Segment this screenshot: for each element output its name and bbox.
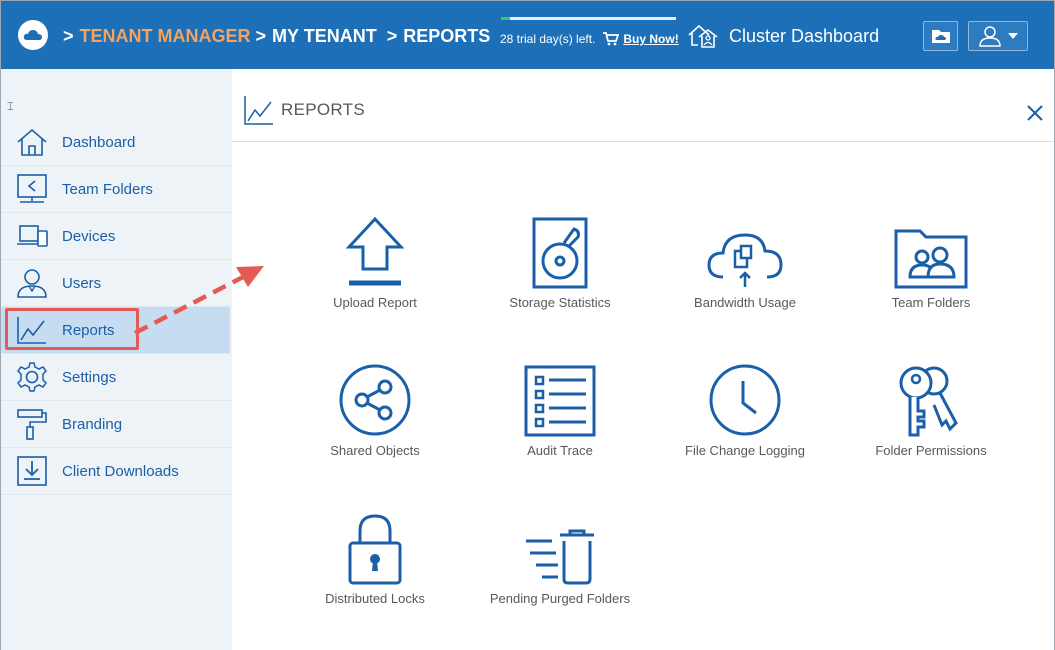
sidebar-item-branding[interactable]: Branding bbox=[1, 401, 232, 448]
cluster-dashboard-label: Cluster Dashboard bbox=[729, 25, 880, 46]
sidebar-item-client-downloads[interactable]: Client Downloads bbox=[1, 448, 232, 495]
houses-icon bbox=[688, 24, 718, 48]
breadcrumb-tenant-manager[interactable]: TENANT MANAGER bbox=[80, 26, 251, 46]
home-icon bbox=[17, 128, 47, 156]
share-folder-icon bbox=[17, 174, 47, 203]
user-menu-button[interactable] bbox=[968, 21, 1028, 51]
caret-down-icon bbox=[1008, 33, 1018, 39]
sidebar-item-label: Settings bbox=[62, 368, 117, 386]
report-tile-distributed-locks[interactable]: Distributed Locks bbox=[285, 507, 465, 606]
tile-label: Storage Statistics bbox=[509, 295, 611, 310]
top-bar: > TENANT MANAGER > MY TENANT > REPORTS 28 t… bbox=[1, 1, 1054, 69]
close-icon[interactable] bbox=[1026, 104, 1044, 122]
main-content: REPORTS Upload Report Storage Statistics… bbox=[232, 69, 1054, 650]
sidebar-item-dashboard[interactable]: Dashboard bbox=[1, 119, 232, 166]
trial-status: 28 trial day(s) left. Buy Now! bbox=[500, 32, 679, 46]
clock-icon bbox=[709, 364, 781, 436]
trial-days-text: 28 trial day(s) left. bbox=[500, 32, 596, 46]
breadcrumb-my-tenant[interactable]: MY TENANT bbox=[272, 26, 377, 46]
tile-label: Audit Trace bbox=[527, 443, 593, 458]
download-icon bbox=[17, 456, 47, 486]
lock-icon bbox=[348, 514, 402, 585]
hard-drive-icon bbox=[532, 217, 588, 289]
tile-label: Distributed Locks bbox=[325, 591, 425, 606]
breadcrumb-separator: > bbox=[386, 26, 398, 46]
report-tile-team-folders[interactable]: Team Folders bbox=[841, 211, 1021, 310]
annotation-highlight-box bbox=[5, 308, 139, 350]
cluster-dashboard-link[interactable]: Cluster Dashboard bbox=[687, 23, 879, 49]
trial-progress-bar bbox=[501, 17, 676, 20]
sidebar-item-devices[interactable]: Devices bbox=[1, 213, 232, 260]
paint-roller-icon bbox=[17, 409, 47, 440]
upload-icon bbox=[345, 217, 405, 286]
tile-label: Pending Purged Folders bbox=[489, 591, 631, 606]
annotation-arrow bbox=[133, 266, 264, 335]
sidebar: ⌶ Dashboard Team Folders Devices Users R… bbox=[1, 69, 232, 650]
report-tile-bandwidth-usage[interactable]: Bandwidth Usage bbox=[655, 211, 835, 310]
report-tile-upload[interactable]: Upload Report bbox=[285, 211, 465, 310]
breadcrumb: > TENANT MANAGER > MY TENANT > REPORTS bbox=[63, 26, 490, 47]
sidebar-item-label: Users bbox=[62, 274, 102, 292]
tile-label: Folder Permissions bbox=[875, 443, 987, 458]
report-tile-storage-statistics[interactable]: Storage Statistics bbox=[470, 211, 650, 310]
cloud-folder-icon bbox=[931, 30, 950, 43]
page-header: REPORTS bbox=[232, 69, 1054, 142]
breadcrumb-separator: > bbox=[63, 26, 74, 46]
tile-label: Team Folders bbox=[891, 295, 971, 310]
cloud-transfer-icon bbox=[707, 233, 783, 287]
buy-now-link[interactable]: Buy Now! bbox=[623, 32, 678, 46]
checklist-icon bbox=[524, 365, 596, 437]
sidebar-item-label: Branding bbox=[62, 415, 123, 433]
tile-label: File Change Logging bbox=[685, 443, 805, 458]
sidebar-item-label: Dashboard bbox=[62, 133, 136, 151]
chart-line-icon bbox=[244, 96, 273, 125]
tile-label: Bandwidth Usage bbox=[694, 295, 796, 310]
sidebar-item-team-folders[interactable]: Team Folders bbox=[1, 166, 232, 213]
breadcrumb-reports: REPORTS bbox=[403, 26, 491, 46]
keys-icon bbox=[899, 366, 958, 437]
report-tile-audit-trace[interactable]: Audit Trace bbox=[470, 359, 650, 458]
user-icon bbox=[979, 26, 1001, 47]
sidebar-item-label: Client Downloads bbox=[62, 462, 179, 480]
devices-icon bbox=[17, 225, 48, 247]
breadcrumb-separator: > bbox=[255, 26, 267, 46]
share-icon bbox=[339, 364, 411, 436]
report-tile-file-change-logging[interactable]: File Change Logging bbox=[655, 359, 835, 458]
cart-icon[interactable] bbox=[603, 32, 620, 46]
sidebar-item-label: Team Folders bbox=[62, 180, 153, 198]
tile-label: Shared Objects bbox=[330, 443, 420, 458]
page-title: REPORTS bbox=[281, 100, 365, 119]
user-icon bbox=[17, 269, 47, 298]
sidebar-item-label: Devices bbox=[62, 227, 116, 245]
sidebar-collapse-icon[interactable]: ⌶ bbox=[7, 101, 14, 114]
sidebar-item-settings[interactable]: Settings bbox=[1, 354, 232, 401]
report-tile-folder-permissions[interactable]: Folder Permissions bbox=[841, 359, 1021, 458]
tile-label: Upload Report bbox=[333, 295, 417, 310]
gear-icon bbox=[17, 362, 47, 392]
logo-icon[interactable] bbox=[18, 20, 48, 50]
cloud-folder-button[interactable] bbox=[923, 21, 958, 51]
report-tile-shared-objects[interactable]: Shared Objects bbox=[285, 359, 465, 458]
group-folder-icon bbox=[894, 229, 968, 289]
trash-icon bbox=[526, 529, 594, 585]
report-tile-pending-purged-folders[interactable]: Pending Purged Folders bbox=[470, 507, 650, 606]
